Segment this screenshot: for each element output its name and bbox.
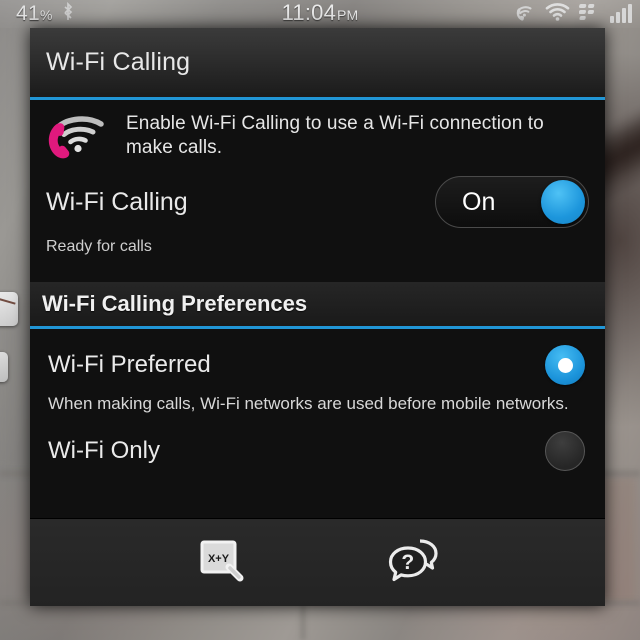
help-chat-icon: ? <box>387 536 441 591</box>
help-button[interactable]: ? <box>383 535 445 591</box>
option-wifi-preferred[interactable]: Wi-Fi Preferred <box>30 329 605 385</box>
battery-percentage: 41% <box>16 2 53 25</box>
xy-select-button[interactable]: X+Y <box>191 535 253 591</box>
radio-wifi-only[interactable] <box>545 431 585 472</box>
bottom-toolbar: X+Y ? <box>30 518 605 606</box>
blackberry-logo-icon <box>578 2 601 26</box>
svg-text:X+Y: X+Y <box>207 553 229 565</box>
phone-screen: 41% 11:04PM Wi-Fi Calling Enable Wi-Fi C… <box>0 0 640 640</box>
wifi-calling-status-text: Ready for calls <box>46 238 152 255</box>
wifi-calling-icon <box>44 110 110 162</box>
wifi-calling-toggle[interactable]: On <box>435 176 589 228</box>
background-app-icon <box>0 352 8 382</box>
info-banner: Enable Wi-Fi Calling to use a Wi-Fi conn… <box>30 100 605 168</box>
wifi-calling-toggle-row[interactable]: Wi-Fi Calling On <box>30 168 605 228</box>
app-title-bar: Wi-Fi Calling <box>30 28 605 100</box>
wifi-calling-status-icon <box>514 2 536 27</box>
page-title: Wi-Fi Calling <box>46 48 191 76</box>
wifi-icon <box>545 2 570 26</box>
option-label: Wi-Fi Only <box>48 437 160 465</box>
option-description: When making calls, Wi-Fi networks are us… <box>48 394 569 413</box>
toggle-knob[interactable] <box>541 180 585 224</box>
bluetooth-icon <box>61 1 75 27</box>
signal-bars-icon <box>610 4 632 23</box>
preferences-section-title: Wi-Fi Calling Preferences <box>42 291 308 316</box>
wifi-calling-toggle-label: Wi-Fi Calling <box>46 187 188 216</box>
preferences-section-header: Wi-Fi Calling Preferences <box>30 282 605 329</box>
background-app-icon <box>0 292 18 326</box>
info-text: Enable Wi-Fi Calling to use a Wi-Fi conn… <box>126 113 544 158</box>
svg-text:?: ? <box>401 551 414 574</box>
status-clock: 11:04PM <box>281 0 359 25</box>
settings-content: Enable Wi-Fi Calling to use a Wi-Fi conn… <box>30 100 605 518</box>
option-label: Wi-Fi Preferred <box>48 351 211 378</box>
wifi-calling-settings-panel: Wi-Fi Calling Enable Wi-Fi Calling to us… <box>30 28 605 606</box>
xy-select-icon: X+Y <box>196 536 248 591</box>
option-wifi-only[interactable]: Wi-Fi Only <box>30 415 605 472</box>
toggle-state-label: On <box>462 187 496 216</box>
status-bar: 41% 11:04PM <box>0 0 640 28</box>
radio-wifi-preferred[interactable] <box>545 345 585 385</box>
